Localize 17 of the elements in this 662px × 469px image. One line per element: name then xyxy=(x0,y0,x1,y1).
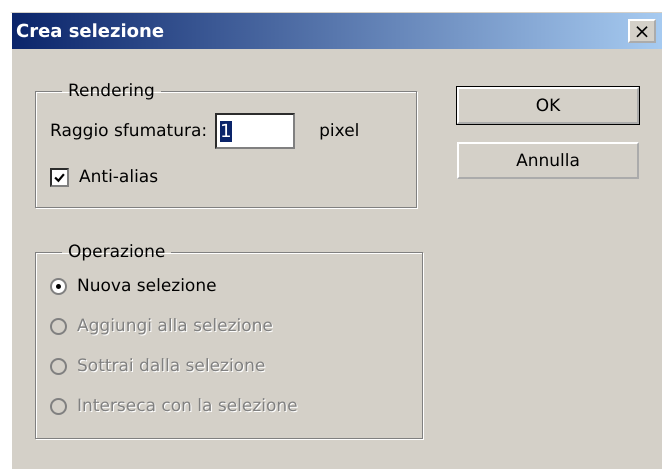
group-legend: Rendering xyxy=(62,81,161,101)
radio-button[interactable] xyxy=(50,278,67,294)
ok-button[interactable]: OK xyxy=(457,87,639,124)
cancel-button[interactable]: Annulla xyxy=(457,142,639,179)
input-field[interactable]: 1 xyxy=(215,113,296,149)
radio-label: Aggiungi alla selezione xyxy=(77,316,273,336)
window-title: Crea selezione xyxy=(16,20,164,42)
checkbox[interactable] xyxy=(50,168,69,186)
unit-label: pixel xyxy=(319,121,360,141)
radio-label: Interseca con la selezione xyxy=(77,396,298,416)
radio-label: Nuova selezione xyxy=(77,276,217,296)
group-legend: Operazione xyxy=(62,242,172,262)
checkbox-label: Anti-alias xyxy=(79,167,158,187)
field-label: Raggio sfumatura: xyxy=(50,121,208,141)
radio-label: Sottrai dalla selezione xyxy=(77,356,266,376)
close-button[interactable]: × xyxy=(628,19,656,43)
check-icon xyxy=(54,172,65,182)
